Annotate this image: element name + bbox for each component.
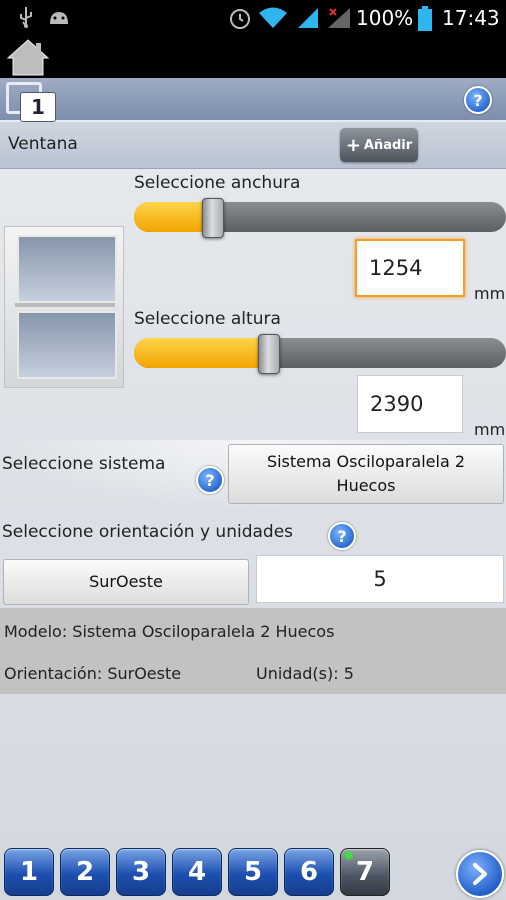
- page-button-label: 7: [355, 857, 375, 887]
- page-button-label: 6: [299, 857, 319, 887]
- page-button-label: 2: [75, 857, 95, 887]
- height-input[interactable]: 2390: [357, 375, 463, 433]
- wifi-icon: [258, 6, 288, 34]
- page-button-label: 1: [19, 857, 39, 887]
- width-input[interactable]: 1254: [355, 239, 465, 297]
- alarm-icon: [228, 6, 252, 34]
- page-button-7[interactable]: 7: [340, 848, 390, 896]
- status-bar: 100% 17:43: [0, 0, 506, 36]
- system-button[interactable]: Sistema Osciloparalela 2 Huecos: [228, 444, 504, 504]
- signal-x-icon: [326, 6, 352, 34]
- page-button-label: 5: [243, 857, 263, 887]
- page-button-2[interactable]: 2: [60, 848, 110, 896]
- orientation-help-icon[interactable]: ?: [328, 522, 356, 550]
- height-slider-fill: [134, 338, 268, 368]
- page-button-5[interactable]: 5: [228, 848, 278, 896]
- summary-orientation: Orientación: SurOeste: [4, 664, 182, 683]
- chevron-right-icon[interactable]: [456, 850, 504, 898]
- summary-units: Unidad(s): 5: [256, 664, 354, 683]
- width-slider[interactable]: [134, 202, 506, 232]
- usb-icon: [18, 6, 34, 32]
- section-bar: Ventana: [0, 122, 506, 169]
- orientation-label: Seleccione orientación y unidades: [2, 522, 294, 542]
- system-help-icon[interactable]: ?: [196, 466, 224, 494]
- battery-icon: [417, 6, 433, 36]
- signal-icon: [296, 6, 320, 34]
- section-title: Ventana: [8, 134, 78, 154]
- toolbar: 1 ?: [0, 78, 506, 122]
- windows-count-badge: 1: [20, 92, 56, 122]
- battery-percent: 100%: [356, 6, 414, 30]
- width-slider-thumb[interactable]: [202, 198, 225, 238]
- summary-model: Modelo: Sistema Osciloparalela 2 Huecos: [4, 622, 335, 641]
- width-slider-fill: [134, 202, 213, 232]
- width-unit: mm: [474, 284, 506, 303]
- plus-icon: +: [345, 134, 361, 156]
- summary-panel: Modelo: Sistema Osciloparalela 2 Huecos …: [0, 608, 506, 694]
- page-button-label: 4: [187, 857, 207, 887]
- add-button[interactable]: + Añadir: [340, 128, 418, 162]
- orientation-button[interactable]: SurOeste: [3, 559, 249, 605]
- active-indicator: [345, 852, 352, 859]
- units-input[interactable]: 5: [256, 555, 504, 603]
- system-label: Seleccione sistema: [2, 454, 166, 474]
- clock: 17:43: [442, 6, 500, 30]
- add-button-label: Añadir: [363, 137, 413, 153]
- page-button-3[interactable]: 3: [116, 848, 166, 896]
- height-slider[interactable]: [134, 338, 506, 368]
- height-unit: mm: [474, 420, 506, 439]
- page-button-6[interactable]: 6: [284, 848, 334, 896]
- height-label: Seleccione altura: [134, 309, 281, 329]
- page-button-label: 3: [131, 857, 151, 887]
- page-button-4[interactable]: 4: [172, 848, 222, 896]
- help-icon[interactable]: ?: [464, 86, 492, 114]
- page-button-1[interactable]: 1: [4, 848, 54, 896]
- home-bar: [0, 36, 506, 78]
- android-icon: [48, 8, 70, 30]
- height-slider-thumb[interactable]: [257, 334, 280, 374]
- width-label: Seleccione anchura: [134, 173, 301, 193]
- windows-list-icon[interactable]: 1: [6, 82, 56, 122]
- home-icon[interactable]: [6, 38, 50, 80]
- window-image: [4, 226, 124, 388]
